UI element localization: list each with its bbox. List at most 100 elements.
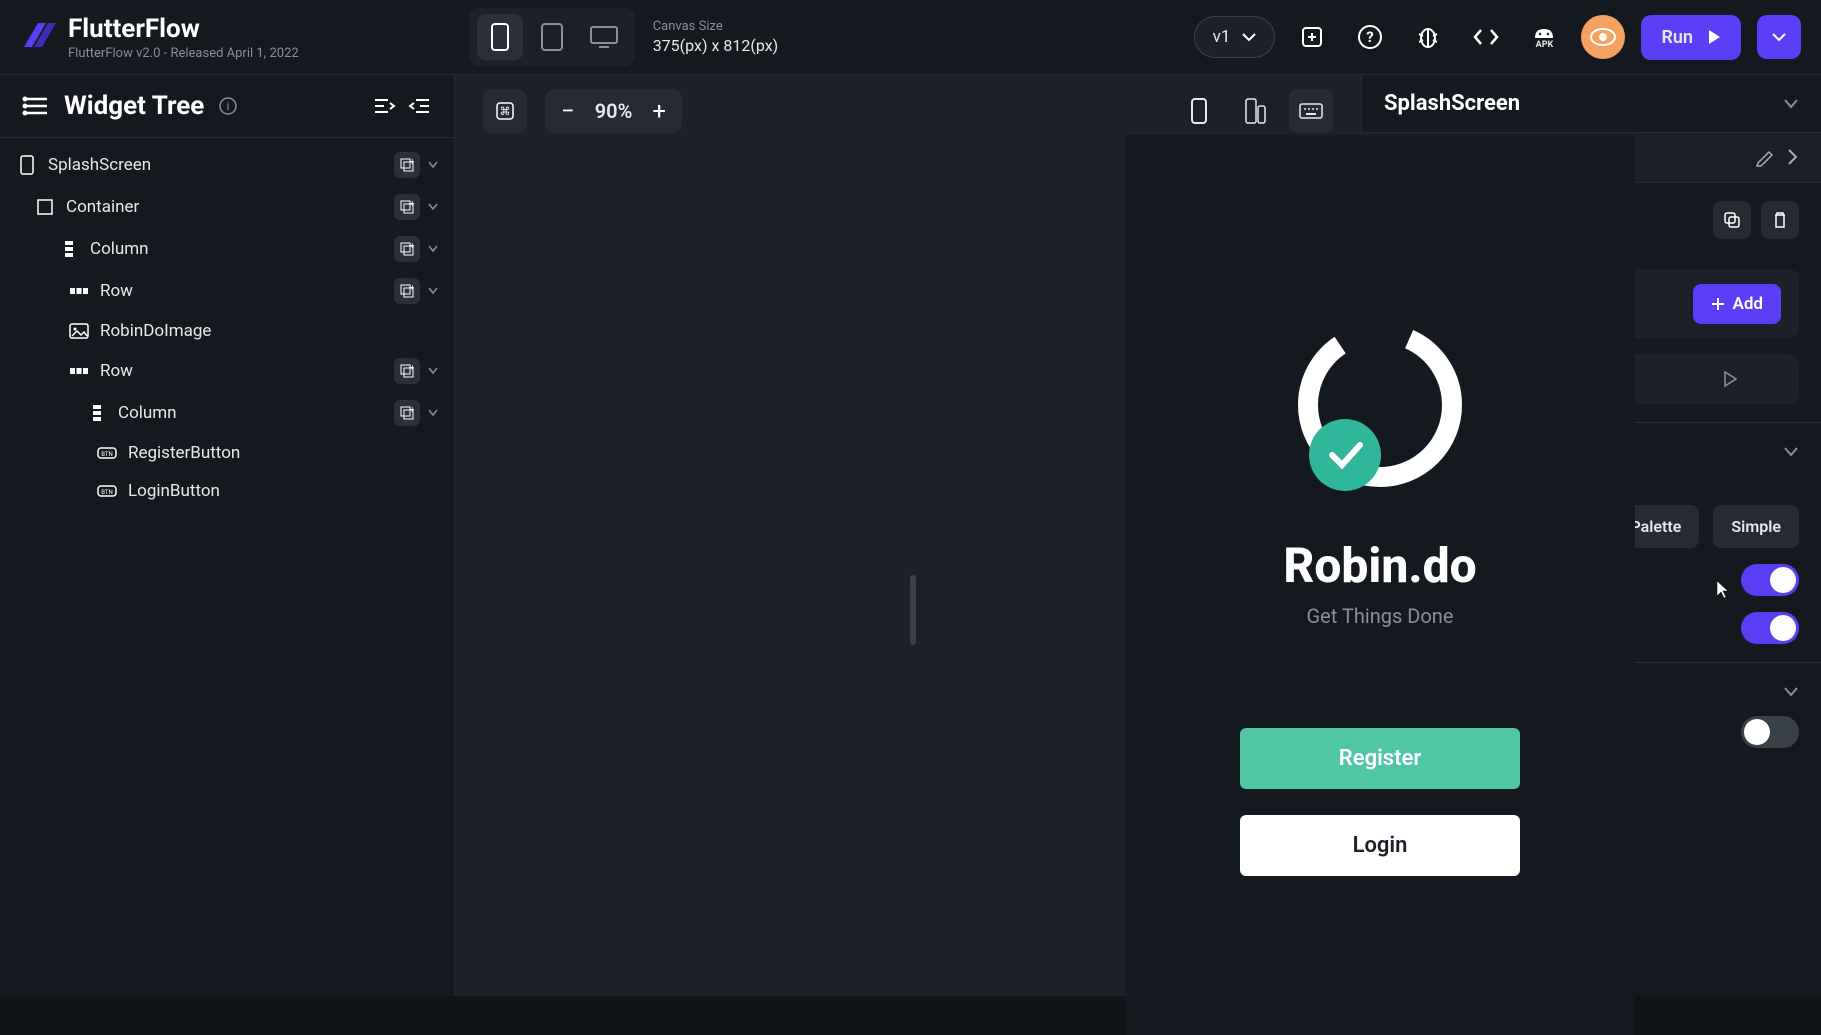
scrollbar[interactable] xyxy=(910,575,916,645)
svg-text:+: + xyxy=(410,364,414,372)
page-icon xyxy=(16,154,38,176)
column-icon xyxy=(58,238,80,260)
device-desktop-button[interactable] xyxy=(581,14,627,60)
code-button[interactable] xyxy=(1465,16,1507,58)
app-logo-icon xyxy=(20,19,56,55)
button-icon: BTN xyxy=(96,442,118,464)
svg-text:+: + xyxy=(410,284,414,292)
wrap-icon[interactable]: + xyxy=(394,278,420,304)
add-action-button[interactable]: Add xyxy=(1693,284,1782,324)
svg-text:?: ? xyxy=(1367,28,1374,46)
wrap-icon[interactable]: + xyxy=(394,194,420,220)
wrap-icon[interactable]: + xyxy=(394,400,420,426)
preview-phone-button[interactable] xyxy=(1177,89,1221,133)
version-selector[interactable]: v1 xyxy=(1194,16,1276,58)
delete-button[interactable] xyxy=(1761,201,1799,239)
tree-label: Column xyxy=(118,403,384,423)
tree-node-splashscreen[interactable]: SplashScreen + xyxy=(0,144,454,186)
tree-node-robindoimage[interactable]: RobinDoImage xyxy=(0,312,454,350)
row-icon xyxy=(68,360,90,382)
animations-tab[interactable] xyxy=(1661,354,1799,404)
top-bar: FlutterFlow FlutterFlow v2.0 - Released … xyxy=(0,0,1821,75)
zoom-out-button[interactable]: − xyxy=(561,97,575,125)
app-logo xyxy=(1290,315,1470,495)
hide-keyboard-toggle[interactable] xyxy=(1741,612,1799,644)
wrap-icon[interactable]: + xyxy=(394,236,420,262)
tree-node-column-2[interactable]: Column + xyxy=(0,392,454,434)
tree-node-column[interactable]: Column + xyxy=(0,228,454,270)
svg-text:BTN: BTN xyxy=(101,451,113,458)
device-preview[interactable]: Robin.do Get Things Done Register Login xyxy=(1125,135,1635,1035)
image-icon xyxy=(68,320,90,342)
device-phone-button[interactable] xyxy=(477,14,523,60)
chevron-down-icon[interactable] xyxy=(428,245,438,253)
chevron-down-icon[interactable] xyxy=(428,409,438,417)
svg-text:+: + xyxy=(410,158,414,166)
chevron-right-icon[interactable] xyxy=(1787,148,1799,166)
container-icon xyxy=(34,196,56,218)
copy-button[interactable] xyxy=(1713,201,1751,239)
chevron-down-icon xyxy=(1242,32,1256,42)
svg-text:+: + xyxy=(410,406,414,414)
widget-tree-title: Widget Tree xyxy=(64,91,204,121)
safe-area-toggle[interactable] xyxy=(1741,564,1799,596)
tree-label: SplashScreen xyxy=(48,155,384,175)
button-icon: BTN xyxy=(96,480,118,502)
tree-label: RobinDoImage xyxy=(100,321,438,341)
canvas-size-label: Canvas Size xyxy=(653,19,779,34)
device-tablet-button[interactable] xyxy=(529,14,575,60)
login-button[interactable]: Login xyxy=(1240,815,1520,876)
help-button[interactable]: ? xyxy=(1349,16,1391,58)
tree-label: Row xyxy=(100,281,384,301)
chevron-down-icon[interactable] xyxy=(1783,446,1799,458)
simple-button[interactable]: Simple xyxy=(1713,505,1799,548)
column-icon xyxy=(86,402,108,424)
preview-button[interactable] xyxy=(1581,15,1625,59)
zoom-controls: − 90% + xyxy=(545,89,682,133)
expand-all-button[interactable] xyxy=(408,96,432,116)
add-page-button[interactable] xyxy=(1291,16,1333,58)
wrap-icon[interactable]: + xyxy=(394,152,420,178)
tree-node-container[interactable]: Container + xyxy=(0,186,454,228)
collapse-all-button[interactable] xyxy=(372,96,396,116)
tree-node-loginbutton[interactable]: BTN LoginButton xyxy=(0,472,454,510)
chevron-down-icon[interactable] xyxy=(428,203,438,211)
apk-button[interactable]: APK xyxy=(1523,16,1565,58)
zoom-level: 90% xyxy=(595,99,633,123)
chevron-down-icon[interactable] xyxy=(428,161,438,169)
apk-label: APK xyxy=(1536,40,1554,50)
wrap-icon[interactable]: + xyxy=(394,358,420,384)
add-label: Add xyxy=(1733,294,1764,314)
register-button[interactable]: Register xyxy=(1240,728,1520,789)
row-icon xyxy=(68,280,90,302)
tree-node-row[interactable]: Row + xyxy=(0,270,454,312)
eye-icon xyxy=(1590,28,1616,46)
chevron-down-icon xyxy=(1772,32,1786,42)
run-button[interactable]: Run xyxy=(1641,15,1741,60)
tree-node-registerbutton[interactable]: BTN RegisterButton xyxy=(0,434,454,472)
widget-tree-panel: Widget Tree i SplashScreen + Container +… xyxy=(0,75,455,996)
tree-label: Row xyxy=(100,361,384,381)
edit-icon[interactable] xyxy=(1755,148,1775,168)
svg-text:i: i xyxy=(227,99,230,113)
chevron-down-icon[interactable] xyxy=(428,287,438,295)
brand: FlutterFlow FlutterFlow v2.0 - Released … xyxy=(20,14,299,61)
preview-keyboard-button[interactable] xyxy=(1289,89,1333,133)
show-nav-toggle[interactable] xyxy=(1741,716,1799,748)
tree-label: RegisterButton xyxy=(128,443,438,463)
info-icon[interactable]: i xyxy=(218,96,238,116)
preview-dual-button[interactable] xyxy=(1233,89,1277,133)
play-icon xyxy=(1707,29,1721,45)
device-selector xyxy=(469,8,635,66)
chevron-down-icon[interactable] xyxy=(1783,98,1799,110)
canvas-size-display: Canvas Size 375(px) x 812(px) xyxy=(653,19,779,55)
run-dropdown-button[interactable] xyxy=(1757,15,1801,59)
chevron-down-icon[interactable] xyxy=(1783,686,1799,698)
tree-label: Column xyxy=(90,239,384,259)
chevron-down-icon[interactable] xyxy=(428,367,438,375)
command-palette-button[interactable]: ⌘ xyxy=(483,89,527,133)
tree-node-row-2[interactable]: Row + xyxy=(0,350,454,392)
zoom-in-button[interactable]: + xyxy=(652,97,666,125)
bug-button[interactable] xyxy=(1407,16,1449,58)
version-label: v1 xyxy=(1213,27,1231,47)
